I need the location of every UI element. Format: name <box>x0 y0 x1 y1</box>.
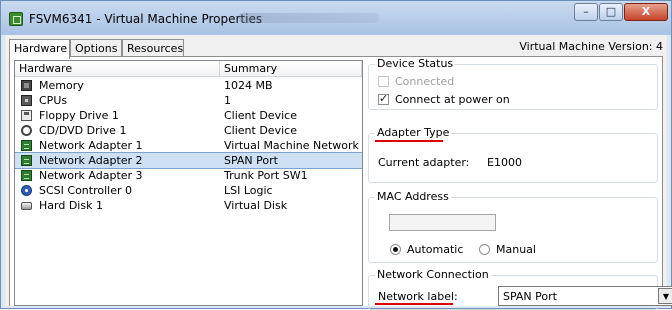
hardware-name: Network Adapter 2 <box>39 154 143 167</box>
tab-resources[interactable]: Resources <box>122 39 184 57</box>
window-title: FSVM6341 - Virtual Machine Properties <box>29 12 263 26</box>
automatic-radio[interactable] <box>390 244 401 255</box>
hardware-summary: Virtual Machine Network <box>224 139 359 152</box>
network-label-label: Network label: <box>378 290 458 303</box>
red-underline-annotation <box>375 303 453 305</box>
device-status-legend: Device Status <box>375 57 456 70</box>
network-adapter-icon <box>21 140 32 151</box>
title-bar[interactable]: FSVM6341 - Virtual Machine Properties – … <box>1 1 671 35</box>
current-adapter-value: E1000 <box>487 156 522 169</box>
hardware-summary: 1024 MB <box>224 79 273 92</box>
hardware-summary: Trunk Port SW1 <box>224 169 308 182</box>
connected-checkbox[interactable] <box>378 76 389 87</box>
memory-icon <box>21 80 32 91</box>
hardware-tab-panel: Hardware Summary Memory 1024 MB CPUs 1 F… <box>9 56 672 310</box>
network-connection-legend: Network Connection <box>375 268 491 281</box>
network-label-value: SPAN Port <box>503 290 557 303</box>
dialog-body: Hardware Options Resources Virtual Machi… <box>5 35 672 310</box>
hardware-name: CD/DVD Drive 1 <box>39 124 127 137</box>
hardware-row-cd-dvd[interactable]: CD/DVD Drive 1 Client Device <box>15 123 362 138</box>
maximize-button[interactable]: □ <box>599 3 623 21</box>
hardware-name: Hard Disk 1 <box>39 199 103 212</box>
cd-dvd-icon <box>21 125 32 136</box>
hardware-row-hard-disk[interactable]: Hard Disk 1 Virtual Disk <box>15 198 362 213</box>
hardware-name: Memory <box>39 79 84 92</box>
hardware-row-network-adapter-3[interactable]: Network Adapter 3 Trunk Port SW1 <box>15 168 362 183</box>
connect-at-power-on-label: Connect at power on <box>395 93 510 106</box>
hardware-summary: 1 <box>224 94 231 107</box>
vm-app-icon <box>9 12 23 26</box>
floppy-icon <box>21 110 32 121</box>
tab-options[interactable]: Options <box>70 39 122 57</box>
network-connection-group: Network Connection Network label: SPAN P… <box>368 268 672 310</box>
hardware-list[interactable]: Hardware Summary Memory 1024 MB CPUs 1 F… <box>14 60 363 306</box>
vm-version-label: Virtual Machine Version: 4 <box>519 40 663 53</box>
hardware-name: Floppy Drive 1 <box>39 109 119 122</box>
hardware-summary: LSI Logic <box>224 184 273 197</box>
hardware-row-network-adapter-1[interactable]: Network Adapter 1 Virtual Machine Networ… <box>15 138 362 153</box>
network-adapter-icon <box>21 170 32 181</box>
adapter-type-legend: Adapter Type <box>375 126 452 139</box>
manual-radio[interactable] <box>479 244 490 255</box>
manual-label: Manual <box>496 243 536 256</box>
blurred-title-text <box>239 13 379 23</box>
hardware-summary: Client Device <box>224 124 297 137</box>
column-header-hardware[interactable]: Hardware <box>15 61 220 77</box>
mac-address-group: MAC Address Automatic Manual <box>368 190 658 263</box>
network-label-select[interactable]: SPAN Port ▼ <box>498 286 672 306</box>
close-button[interactable]: X <box>624 3 668 21</box>
hardware-row-floppy[interactable]: Floppy Drive 1 Client Device <box>15 108 362 123</box>
adapter-type-group: Adapter Type Current adapter: E1000 <box>368 126 658 183</box>
hardware-name: Network Adapter 1 <box>39 139 143 152</box>
red-underline-annotation <box>375 140 443 142</box>
hardware-row-memory[interactable]: Memory 1024 MB <box>15 78 362 93</box>
current-adapter-label: Current adapter: <box>378 156 470 169</box>
scsi-controller-icon <box>21 185 32 196</box>
hardware-summary: Client Device <box>224 109 297 122</box>
hardware-name: Network Adapter 3 <box>39 169 143 182</box>
hardware-summary: SPAN Port <box>224 154 278 167</box>
hardware-summary: Virtual Disk <box>224 199 288 212</box>
hardware-name: CPUs <box>39 94 68 107</box>
hardware-row-scsi-controller[interactable]: SCSI Controller 0 LSI Logic <box>15 183 362 198</box>
tab-hardware[interactable]: Hardware <box>9 39 70 59</box>
connect-at-power-on-checkbox[interactable] <box>378 92 389 105</box>
hardware-row-network-adapter-2[interactable]: Network Adapter 2 SPAN Port <box>15 152 362 169</box>
hardware-row-cpus[interactable]: CPUs 1 <box>15 93 362 108</box>
mac-address-field[interactable] <box>389 214 496 231</box>
mac-address-legend: MAC Address <box>375 190 451 203</box>
network-adapter-icon <box>21 155 32 166</box>
chevron-down-icon[interactable]: ▼ <box>658 288 672 304</box>
hard-disk-icon <box>21 202 32 210</box>
minimize-button[interactable]: – <box>574 3 598 21</box>
device-status-group: Device Status Connected Connect at power… <box>368 57 658 110</box>
column-header-summary[interactable]: Summary <box>220 61 362 77</box>
hardware-name: SCSI Controller 0 <box>39 184 132 197</box>
vm-properties-window: FSVM6341 - Virtual Machine Properties – … <box>0 0 672 310</box>
cpu-icon <box>21 95 32 106</box>
automatic-label: Automatic <box>407 243 464 256</box>
connected-label: Connected <box>395 75 455 88</box>
